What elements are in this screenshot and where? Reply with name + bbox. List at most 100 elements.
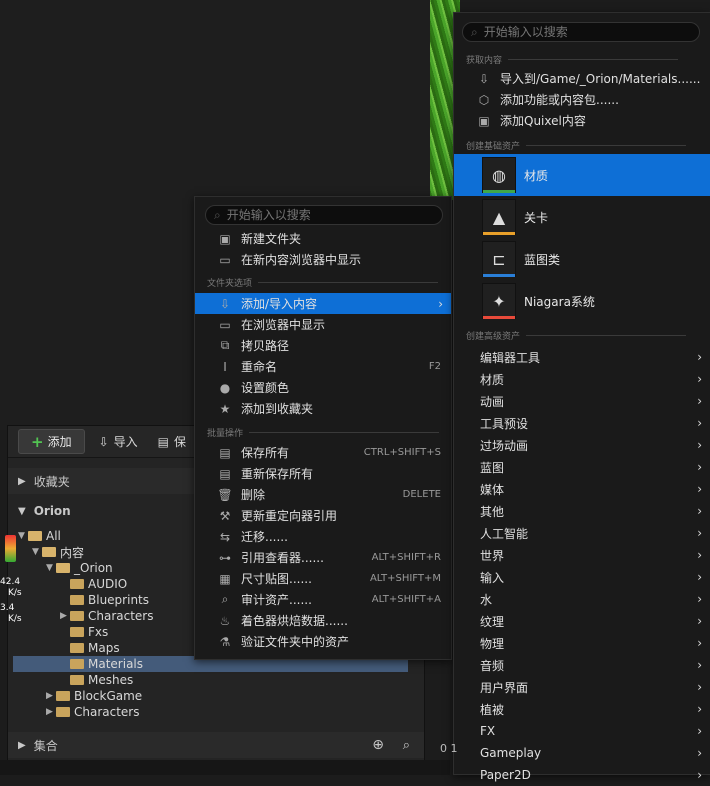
menu-item[interactable]: ▦ 尺寸贴图...... ALT+SHIFT+M <box>195 568 451 589</box>
menu-item[interactable]: ▤ 重新保存所有 <box>195 463 451 484</box>
menu-item[interactable]: ▣ 新建文件夹 <box>195 228 451 249</box>
chevron-right-icon: › <box>697 636 702 650</box>
category-item[interactable]: 世界 › <box>454 544 710 566</box>
menu-item[interactable]: ⇩ 导入到/Game/_Orion/Materials...... <box>454 68 710 89</box>
section-header: 创建高级资产 <box>466 329 687 342</box>
chevron-right-icon: › <box>697 416 702 430</box>
menu-item[interactable]: ▭ 在浏览器中显示 <box>195 314 451 335</box>
search-icon[interactable]: ⌕ <box>403 738 410 753</box>
menu-item[interactable]: ⚗ 验证文件夹中的资产 <box>195 631 451 652</box>
menu-item[interactable]: ▭ 在新内容浏览器中显示 <box>195 249 451 270</box>
tree-item-label: Fxs <box>88 625 109 639</box>
add-collection-icon[interactable]: ⊕ <box>372 737 384 753</box>
menu-item[interactable]: I 重命名 F2 <box>195 356 451 377</box>
import-icon: ⇩ <box>98 434 109 449</box>
tree-item[interactable]: ▼ _Orion <box>8 560 113 576</box>
category-item[interactable]: 动画 › <box>454 390 710 412</box>
tree-item-label: Maps <box>88 641 120 655</box>
menu-item[interactable]: ⇆ 迁移...... <box>195 526 451 547</box>
menu-item[interactable]: ⬡ 添加功能或内容包...... <box>454 89 710 110</box>
menu-item[interactable]: ⊶ 引用查看器...... ALT+SHIFT+R <box>195 547 451 568</box>
menu-item[interactable]: 🗑 删除 DELETE <box>195 484 451 505</box>
migrate-icon: ⇆ <box>219 529 231 544</box>
add-button[interactable]: + 添加 <box>18 429 85 454</box>
tree-item[interactable]: Maps <box>8 640 120 656</box>
category-item[interactable]: 过场动画 › <box>454 434 710 456</box>
tree-item[interactable]: Fxs <box>8 624 108 640</box>
right-search-box[interactable]: ⌕ <box>462 22 700 42</box>
save-button[interactable]: ▤ 保 <box>152 430 192 453</box>
chevron-down-icon: ▼ <box>46 563 53 573</box>
left-search-input[interactable] <box>226 208 407 222</box>
menu-item[interactable]: ▣ 添加Quixel内容 <box>454 110 710 131</box>
tree-item[interactable]: AUDIO <box>8 576 127 592</box>
folder-icon <box>42 547 56 557</box>
tree-item[interactable]: Blueprints <box>8 592 149 608</box>
category-item[interactable]: 材质 › <box>454 368 710 390</box>
menu-item-label: 设置颜色 <box>241 381 290 395</box>
category-item[interactable]: Paper2D › <box>454 764 710 786</box>
tree-item[interactable]: ▶ Characters <box>8 704 140 720</box>
category-item[interactable]: 蓝图 › <box>454 456 710 478</box>
tree-item[interactable]: ▼ 内容 <box>8 544 84 560</box>
tree-item-label: Blueprints <box>88 593 150 607</box>
category-item[interactable]: 人工智能 › <box>454 522 710 544</box>
asset-color-bar <box>483 232 515 235</box>
validate-icon: ⚗ <box>219 634 231 649</box>
menu-item[interactable]: ⌕ 审计资产...... ALT+SHIFT+A <box>195 589 451 610</box>
tree-item[interactable]: ▶ Characters <box>8 608 154 624</box>
category-item[interactable]: 植被 › <box>454 698 710 720</box>
folder-icon <box>56 691 70 701</box>
category-label: 材质 <box>480 372 505 387</box>
category-item[interactable]: 用户界面 › <box>454 676 710 698</box>
browser-icon: ▭ <box>219 317 231 332</box>
category-item[interactable]: 音频 › <box>454 654 710 676</box>
section-label: 获取内容 <box>466 56 503 66</box>
category-item[interactable]: 输入 › <box>454 566 710 588</box>
shortcut: ALT+SHIFT+R <box>371 552 441 563</box>
category-item[interactable]: 媒体 › <box>454 478 710 500</box>
right-search-input[interactable] <box>483 25 664 39</box>
audit-icon: ⌕ <box>221 592 229 606</box>
category-item[interactable]: 水 › <box>454 588 710 610</box>
shortcut: ALT+SHIFT+M <box>369 573 441 584</box>
category-item[interactable]: 物理 › <box>454 632 710 654</box>
tree-item[interactable]: Meshes <box>8 672 133 688</box>
collections-section[interactable]: ▶ 集合 ⊕ ⌕ <box>8 732 424 758</box>
asset-item[interactable]: ▲ 关卡 <box>454 196 710 238</box>
asset-item[interactable]: ⊏ 蓝图类 <box>454 238 710 280</box>
asset-color-bar <box>483 274 515 277</box>
tree-item[interactable]: ▶ BlockGame <box>8 688 142 704</box>
category-item[interactable]: Gameplay › <box>454 742 710 764</box>
chevron-right-icon: › <box>697 526 702 540</box>
tree-item-label: Materials <box>88 657 144 671</box>
menu-item[interactable]: ★ 添加到收藏夹 <box>195 398 451 419</box>
asset-item[interactable]: ✦ Niagara系统 <box>454 280 710 322</box>
asset-label: 关卡 <box>524 210 549 225</box>
category-item[interactable]: FX › <box>454 720 710 742</box>
category-item[interactable]: 纹理 › <box>454 610 710 632</box>
tree-item-label: Characters <box>74 705 140 719</box>
import-button[interactable]: ⇩ 导入 <box>93 430 144 453</box>
menu-item[interactable]: ♨ 着色器烘焙数据...... <box>195 610 451 631</box>
menu-item[interactable]: ⚒ 更新重定向器引用 <box>195 505 451 526</box>
chevron-right-icon: › <box>438 296 443 311</box>
menu-item[interactable]: ⇩ 添加/导入内容 › <box>195 293 451 314</box>
category-label: Gameplay <box>480 746 542 760</box>
asset-color-bar <box>483 190 515 193</box>
menu-item[interactable]: ⧉ 拷贝路径 <box>195 335 451 356</box>
menu-item[interactable]: ▤ 保存所有 CTRL+SHIFT+S <box>195 442 451 463</box>
menu-item-label: 添加到收藏夹 <box>241 402 314 416</box>
asset-item[interactable]: ◍ 材质 <box>454 154 710 196</box>
category-label: 纹理 <box>480 614 505 629</box>
category-item[interactable]: 工具预设 › <box>454 412 710 434</box>
category-label: 世界 <box>480 548 505 563</box>
favorites-label: 收藏夹 <box>33 474 70 489</box>
add-label: 添加 <box>47 435 72 449</box>
menu-item[interactable]: ● 设置颜色 <box>195 377 451 398</box>
category-item[interactable]: 编辑器工具 › <box>454 346 710 368</box>
folder-icon <box>56 707 70 717</box>
category-item[interactable]: 其他 › <box>454 500 710 522</box>
category-label: 编辑器工具 <box>480 350 541 365</box>
left-search-box[interactable]: ⌕ <box>205 205 443 225</box>
